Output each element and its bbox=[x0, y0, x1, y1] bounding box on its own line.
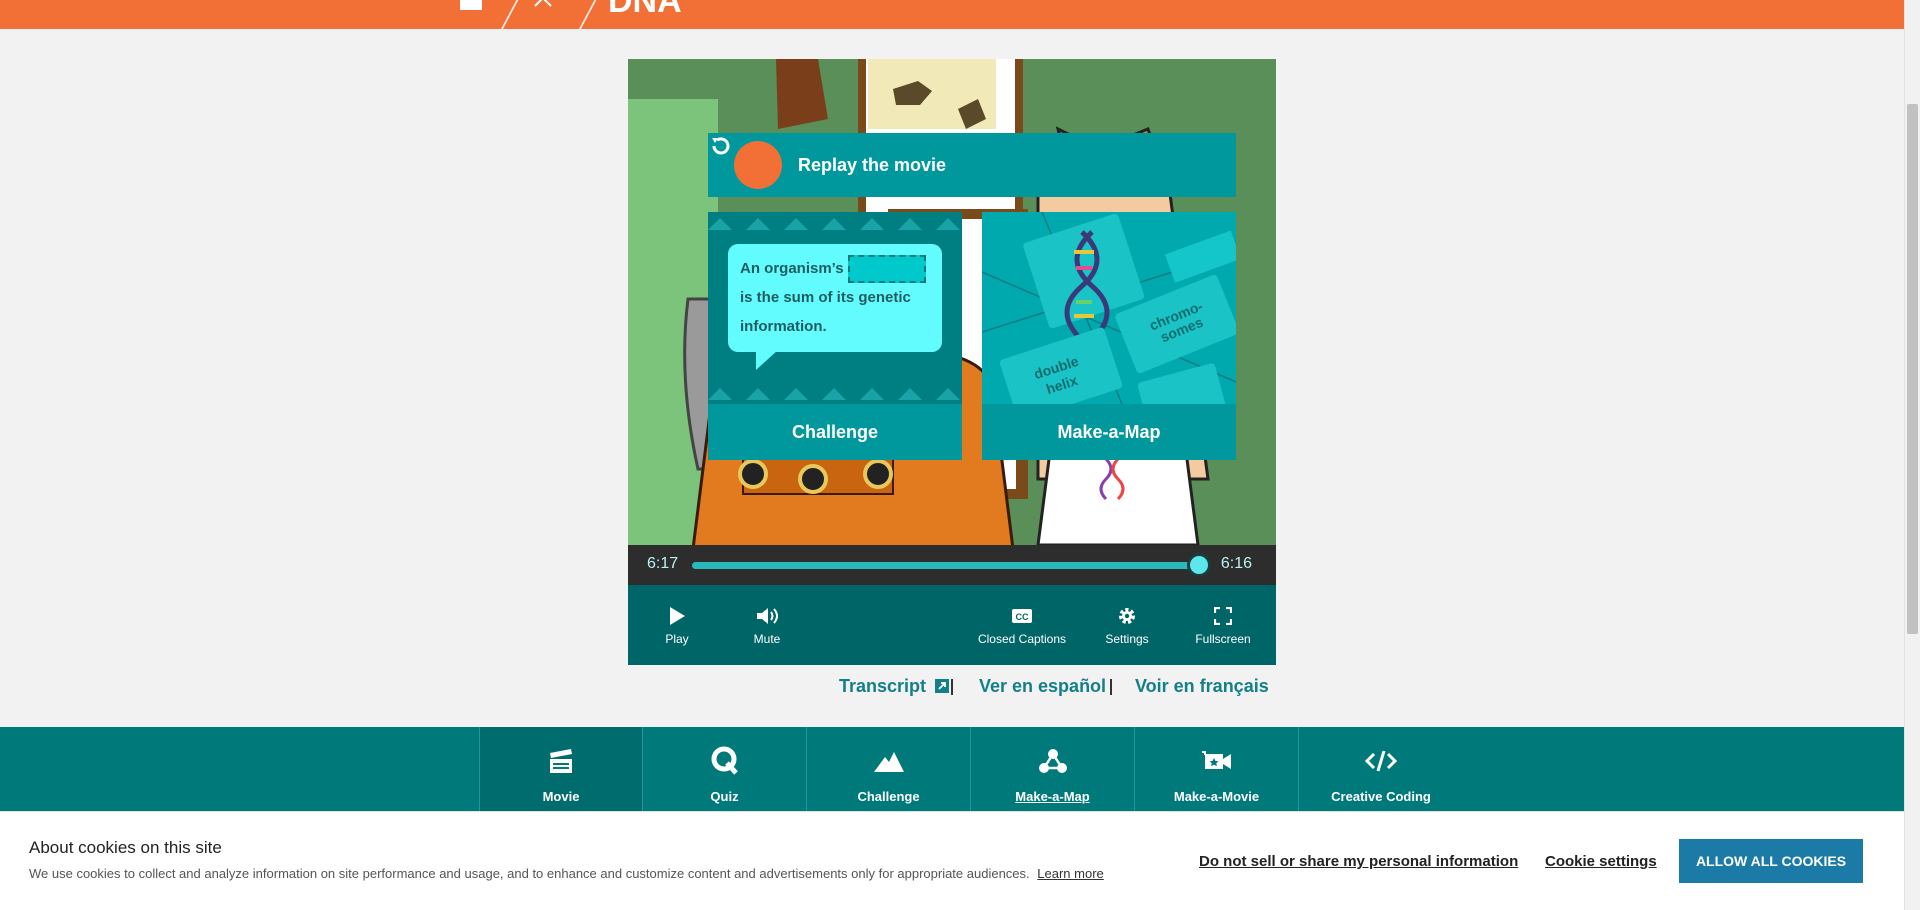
scrollbar-thumb[interactable] bbox=[1907, 104, 1918, 634]
seek-handle[interactable] bbox=[1187, 553, 1211, 577]
do-not-sell-link[interactable]: Do not sell or share my personal informa… bbox=[1199, 853, 1518, 870]
cookie-text: We use cookies to collect and analyze in… bbox=[29, 866, 1104, 881]
fullscreen-label: Fullscreen bbox=[1195, 632, 1251, 646]
replay-icon bbox=[712, 137, 782, 189]
play-button[interactable]: Play bbox=[650, 585, 704, 665]
gear-icon bbox=[1117, 604, 1137, 628]
clapperboard-icon bbox=[547, 741, 575, 781]
replay-movie-button[interactable]: Replay the movie bbox=[708, 133, 1236, 197]
settings-button[interactable]: Settings bbox=[1100, 585, 1154, 665]
time-total: 6:16 bbox=[1220, 555, 1252, 572]
fill-in-blank bbox=[847, 255, 926, 284]
tool-make-a-map[interactable]: Make-a-Map bbox=[971, 727, 1135, 811]
breadcrumb-separator bbox=[576, 0, 602, 29]
mute-label: Mute bbox=[753, 632, 781, 646]
play-label: Play bbox=[665, 632, 689, 646]
challenge-card-label: Challenge bbox=[708, 404, 962, 460]
cc-icon: CC bbox=[1011, 604, 1033, 628]
fullscreen-icon bbox=[1214, 604, 1232, 628]
cookie-settings-link[interactable]: Cookie settings bbox=[1545, 853, 1657, 870]
svg-text:CC: CC bbox=[1016, 612, 1029, 622]
allow-all-cookies-button[interactable]: ALLOW ALL COOKIES bbox=[1679, 839, 1863, 883]
nodes-icon bbox=[1038, 741, 1068, 781]
tool-quiz-label: Quiz bbox=[710, 789, 739, 804]
movie-scene: Replay the movie An organism’s is the su… bbox=[628, 59, 1276, 545]
link-divider bbox=[951, 679, 953, 695]
cookie-banner: About cookies on this site We use cookie… bbox=[0, 811, 1904, 910]
make-a-map-card-label: Make-a-Map bbox=[982, 404, 1236, 460]
tool-movie-label: Movie bbox=[542, 789, 580, 804]
tool-challenge-label: Challenge bbox=[857, 789, 920, 804]
french-link[interactable]: Voir en français bbox=[1135, 676, 1269, 697]
replay-movie-label: Replay the movie bbox=[798, 154, 947, 175]
tool-make-a-movie-label: Make-a-Movie bbox=[1173, 789, 1260, 804]
tool-make-a-movie[interactable]: Make-a-Movie bbox=[1135, 727, 1299, 811]
topic-icon[interactable] bbox=[532, 0, 554, 10]
closed-captions-button[interactable]: CC Closed Captions bbox=[976, 585, 1068, 665]
speech-bubble-tail bbox=[756, 350, 778, 370]
fullscreen-button[interactable]: Fullscreen bbox=[1188, 585, 1258, 665]
tool-quiz[interactable]: Quiz bbox=[643, 727, 807, 811]
volume-icon bbox=[755, 604, 779, 628]
bubble-suffix-text: is the sum of its genetic information. bbox=[740, 289, 911, 336]
page-title: DNA bbox=[608, 0, 682, 20]
tool-movie[interactable]: Movie bbox=[479, 727, 643, 811]
spanish-link[interactable]: Ver en español bbox=[979, 676, 1106, 697]
link-divider bbox=[1110, 679, 1112, 695]
cookie-description: We use cookies to collect and analyze in… bbox=[29, 866, 1030, 881]
learn-more-link[interactable]: Learn more bbox=[1037, 866, 1103, 881]
challenge-card-art: An organism’s is the sum of its genetic … bbox=[708, 212, 962, 404]
settings-label: Settings bbox=[1105, 632, 1149, 646]
mountain-icon bbox=[873, 741, 905, 781]
tool-navigation: Movie Quiz Challenge Make-a-Map Make-a-M… bbox=[0, 727, 1904, 811]
breadcrumb-separator bbox=[498, 0, 524, 29]
time-elapsed: 6:17 bbox=[647, 555, 679, 572]
external-link-icon bbox=[935, 679, 950, 693]
mute-button[interactable]: Mute bbox=[740, 585, 794, 665]
seek-track[interactable] bbox=[692, 562, 1202, 569]
player-controls: Play Mute CC Closed Captions Settings Fu… bbox=[628, 585, 1276, 665]
home-icon[interactable] bbox=[460, 0, 482, 10]
tool-challenge[interactable]: Challenge bbox=[807, 727, 971, 811]
transcript-link[interactable]: Transcript bbox=[839, 676, 950, 697]
transcript-label: Transcript bbox=[839, 676, 927, 696]
video-player: Replay the movie An organism’s is the su… bbox=[628, 59, 1276, 665]
camera-icon bbox=[1201, 741, 1233, 781]
code-icon bbox=[1365, 741, 1397, 781]
bubble-prefix-text: An organism’s bbox=[740, 260, 844, 277]
make-a-map-card-art: chromo-somes double helix bbox=[982, 212, 1236, 404]
challenge-card[interactable]: An organism’s is the sum of its genetic … bbox=[708, 212, 962, 460]
tool-make-a-map-label: Make-a-Map bbox=[1015, 789, 1090, 804]
top-header: DNA bbox=[0, 0, 1904, 29]
cookie-title: About cookies on this site bbox=[29, 838, 222, 857]
scrollbar[interactable] bbox=[1904, 0, 1920, 910]
closed-captions-label: Closed Captions bbox=[977, 632, 1067, 646]
tool-creative-coding-label: Creative Coding bbox=[1331, 789, 1431, 804]
progress-bar: 6:17 6:16 bbox=[628, 545, 1276, 585]
play-icon bbox=[668, 604, 686, 628]
make-a-map-card[interactable]: chromo-somes double helix Make-a-Map bbox=[982, 212, 1236, 460]
tool-creative-coding[interactable]: Creative Coding bbox=[1299, 727, 1463, 811]
q-icon bbox=[710, 741, 740, 781]
challenge-speech-bubble: An organism’s is the sum of its genetic … bbox=[728, 244, 942, 352]
